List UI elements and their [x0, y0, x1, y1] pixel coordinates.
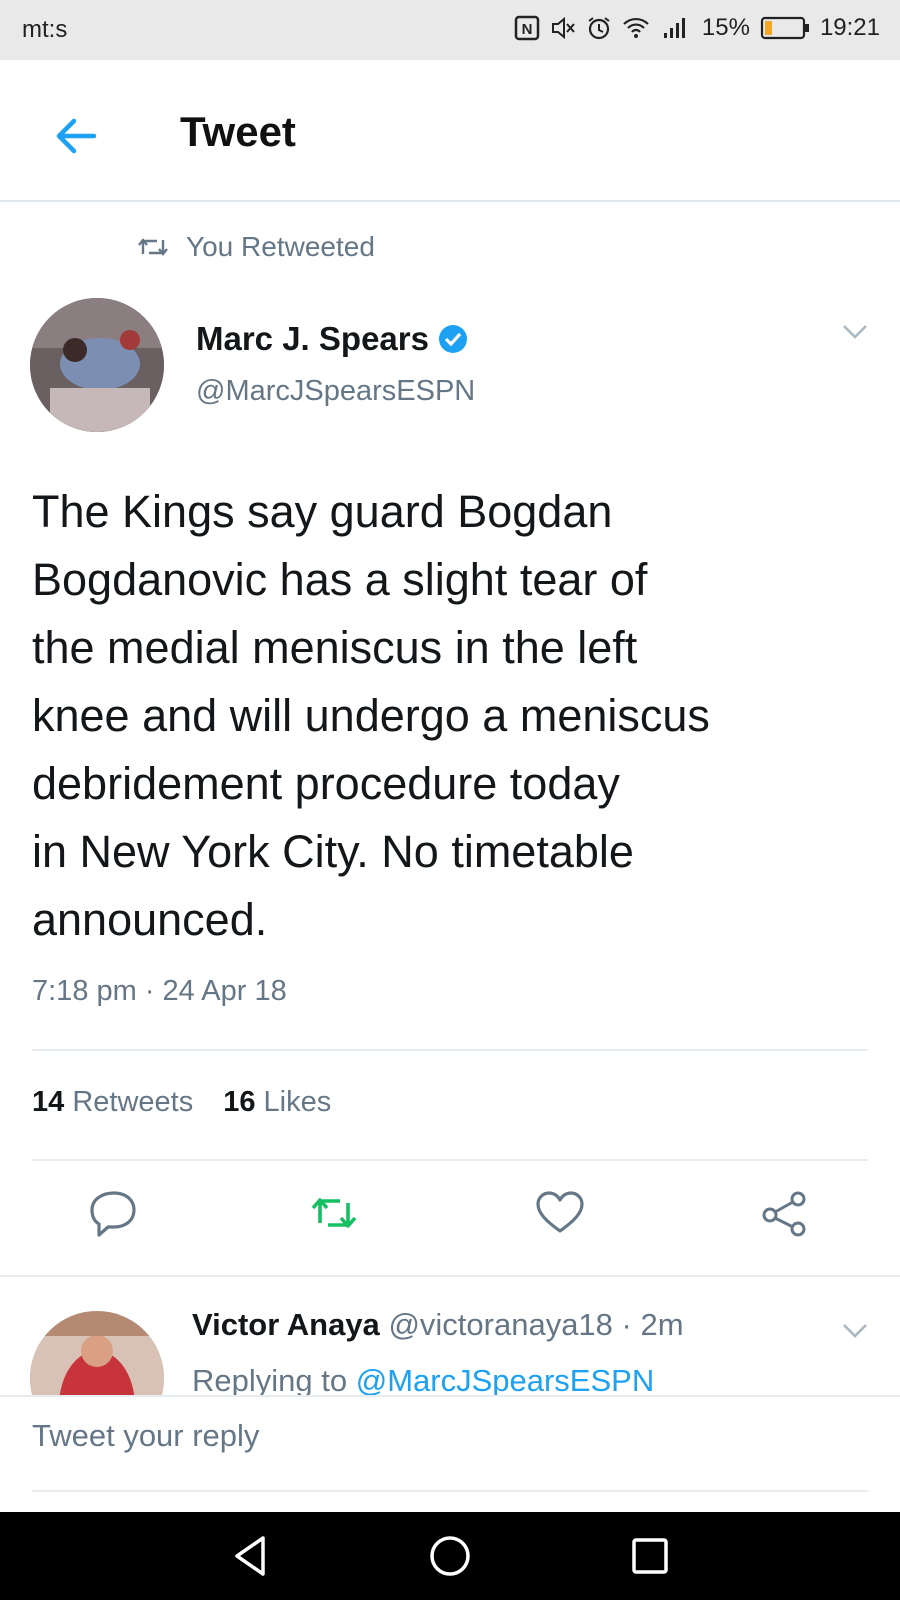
app-bar [0, 60, 900, 202]
reply-chevron-down-icon[interactable] [840, 1319, 870, 1341]
author-handle[interactable]: @MarcJSpearsESPN [196, 375, 475, 408]
reply-icon[interactable] [86, 1185, 142, 1241]
reply-author-name[interactable]: Victor Anaya [192, 1307, 380, 1342]
retweet-action-icon[interactable] [306, 1185, 362, 1241]
signal-icon [663, 18, 685, 38]
reply-handle-time: @victoranaya18 · 2m [388, 1307, 684, 1342]
likes-label: Likes [263, 1086, 332, 1118]
nav-home-icon[interactable] [424, 1530, 476, 1582]
carrier-label: mt:s [22, 16, 68, 43]
mute-icon [551, 16, 575, 40]
replying-to: Replying to @MarcJSpearsESPN [192, 1363, 654, 1395]
tweet-actions [0, 1185, 900, 1245]
author-name-row[interactable]: Marc J. Spears [196, 320, 469, 358]
status-time: 19:21 [819, 14, 880, 41]
retweets-stat[interactable]: 14 Retweets [32, 1086, 193, 1119]
nav-back-icon[interactable] [225, 1530, 277, 1582]
replying-to-handle[interactable]: @MarcJSpearsESPN [356, 1363, 655, 1395]
tweet-text: The Kings say guard Bogdan Bogdanovic ha… [32, 486, 710, 945]
system-nav-bar [0, 1512, 900, 1600]
page-title: Tweet [180, 108, 296, 155]
like-icon[interactable] [532, 1185, 588, 1241]
tweet-stats: 14 Retweets 16 Likes [32, 1086, 331, 1119]
chevron-down-icon[interactable] [840, 320, 870, 342]
reply-input[interactable]: Tweet your reply [32, 1418, 259, 1454]
tweet-timestamp: 7:18 pm · 24 Apr 18 [32, 975, 287, 1007]
battery-percent: 15% [701, 14, 750, 41]
retweet-notice-label: You Retweeted [186, 231, 375, 262]
battery-icon [760, 16, 809, 40]
share-icon[interactable] [758, 1185, 814, 1241]
wifi-icon [623, 17, 649, 38]
svg-text:N: N [521, 21, 532, 38]
status-indicators: N 15% 19:21 [514, 14, 880, 42]
likes-stat[interactable]: 16 Likes [223, 1086, 331, 1119]
alarm-icon [588, 17, 610, 40]
reply-avatar[interactable] [30, 1311, 164, 1395]
reply-item[interactable]: Victor Anaya @victoranaya18 · 2m Replyin… [0, 1283, 900, 1395]
retweets-label: Retweets [72, 1086, 194, 1118]
author-name[interactable]: Marc J. Spears [196, 320, 429, 358]
retweet-icon [138, 238, 168, 256]
likes-count: 16 [223, 1086, 256, 1118]
replying-to-prefix: Replying to [192, 1363, 348, 1395]
nav-recents-icon[interactable] [624, 1530, 676, 1582]
reply-header: Victor Anaya @victoranaya18 · 2m [192, 1307, 684, 1343]
retweet-notice: You Retweeted [136, 231, 375, 263]
nfc-icon: N [514, 15, 540, 41]
divider [32, 1159, 868, 1161]
back-arrow-icon[interactable] [48, 108, 104, 164]
verified-icon [438, 325, 467, 353]
retweets-count: 14 [32, 1086, 65, 1118]
divider [32, 1049, 868, 1051]
reply-input-underline [32, 1490, 868, 1492]
divider [0, 1275, 900, 1277]
author-avatar[interactable] [30, 298, 164, 432]
